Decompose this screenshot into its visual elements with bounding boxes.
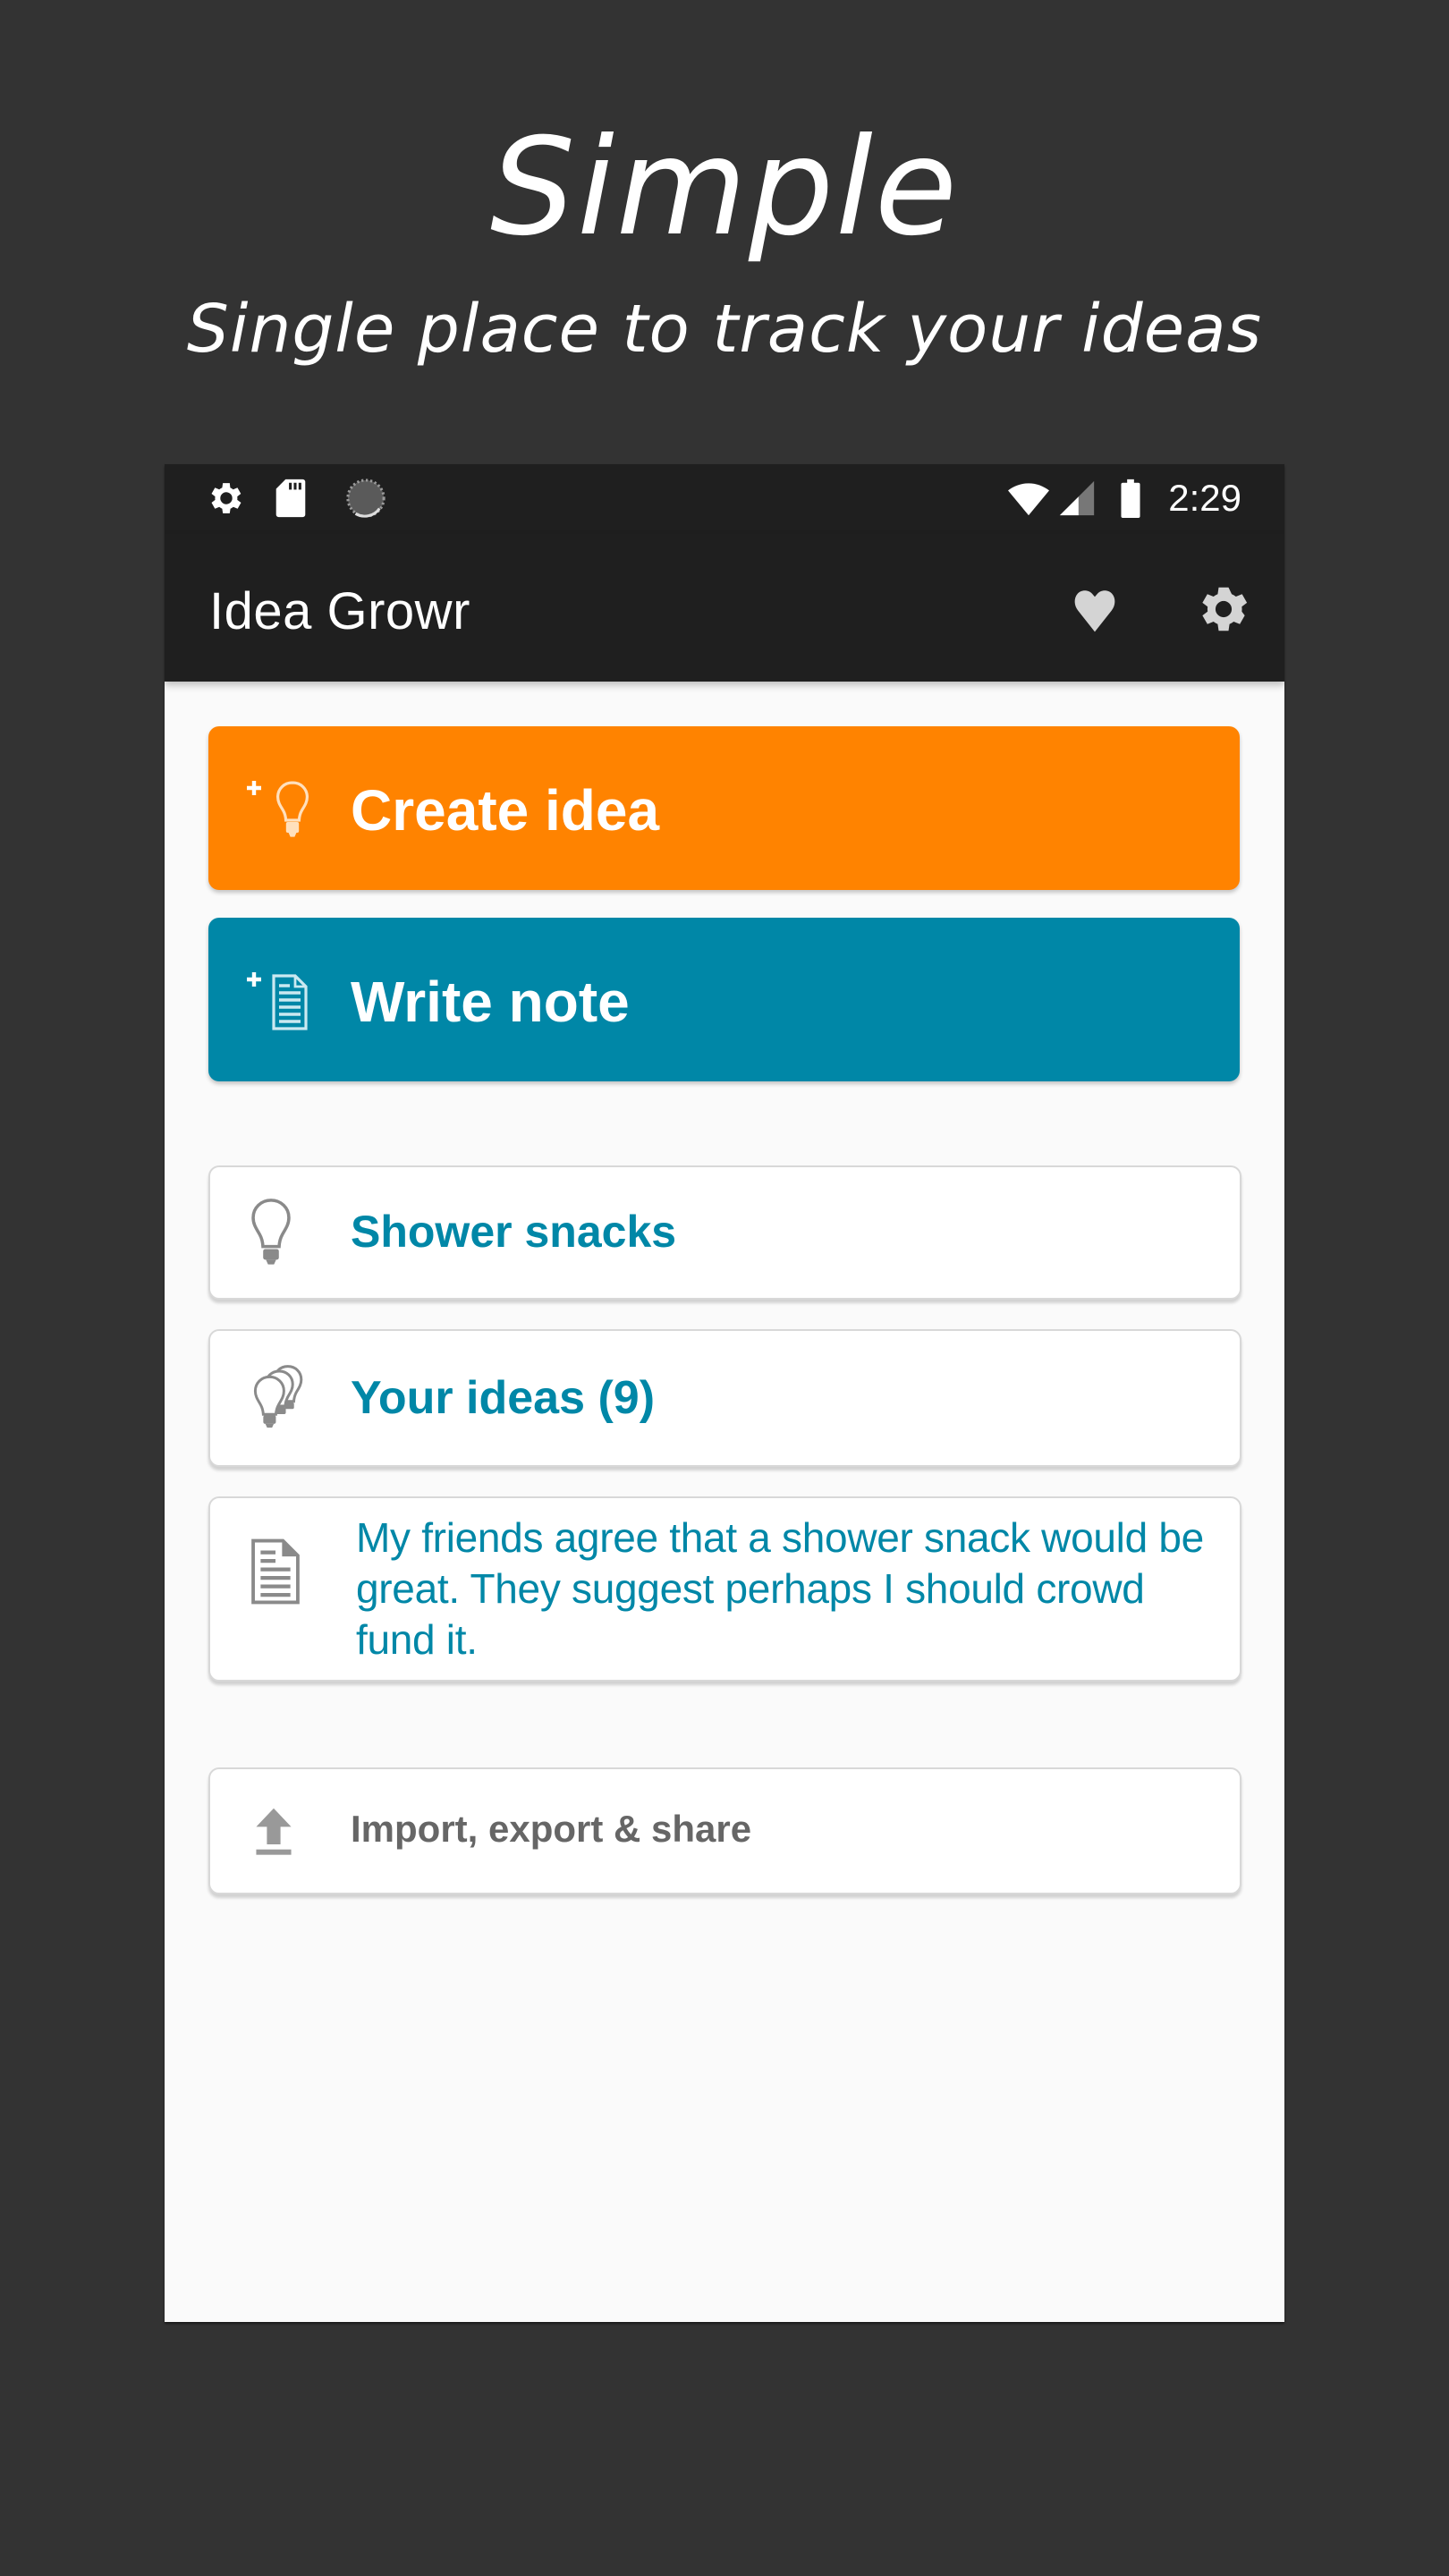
- your-ideas-label: Your ideas (9): [351, 1372, 656, 1424]
- import-export-share-button[interactable]: Import, export & share: [208, 1767, 1241, 1894]
- add-note-icon: [247, 972, 308, 1030]
- gear-icon: [1202, 587, 1248, 631]
- wifi-icon: [1008, 483, 1049, 516]
- note-list-item[interactable]: My friends agree that a shower snack wou…: [208, 1496, 1241, 1682]
- add-lightbulb-icon: [247, 781, 309, 837]
- status-time: 2:29: [1168, 477, 1241, 519]
- favorite-button[interactable]: [1063, 577, 1127, 641]
- battery-icon: [1121, 479, 1140, 519]
- create-idea-button[interactable]: Create idea: [208, 726, 1240, 890]
- app-toolbar: Idea Growr: [165, 534, 1284, 682]
- promo-subtitle: Single place to track your ideas: [186, 291, 1263, 368]
- create-idea-label: Create idea: [351, 778, 660, 843]
- import-export-share-label: Import, export & share: [351, 1808, 752, 1850]
- sync-spinner-icon: [346, 479, 386, 518]
- lightbulbs-icon: [253, 1365, 303, 1428]
- phone-screen: 2:29 Idea Growr Create idea Write note S…: [165, 464, 1284, 2322]
- heart-icon: [1074, 590, 1115, 632]
- sd-card-icon: [275, 479, 306, 518]
- lightbulb-icon: [251, 1199, 291, 1265]
- settings-icon: [211, 483, 242, 513]
- status-bar: 2:29: [165, 464, 1284, 534]
- write-note-button[interactable]: Write note: [208, 918, 1240, 1081]
- promo-title: Simple: [489, 110, 960, 266]
- upload-icon: [256, 1808, 292, 1855]
- your-ideas-list-item[interactable]: Your ideas (9): [208, 1329, 1241, 1467]
- write-note-label: Write note: [351, 970, 630, 1034]
- settings-button[interactable]: [1191, 577, 1256, 641]
- idea-list-item[interactable]: Shower snacks: [208, 1165, 1241, 1300]
- note-icon: [251, 1538, 300, 1605]
- app-title: Idea Growr: [209, 582, 470, 640]
- cell-signal-icon: [1059, 480, 1095, 516]
- note-text: My friends agree that a shower snack wou…: [356, 1514, 1204, 1663]
- idea-title: Shower snacks: [351, 1207, 677, 1257]
